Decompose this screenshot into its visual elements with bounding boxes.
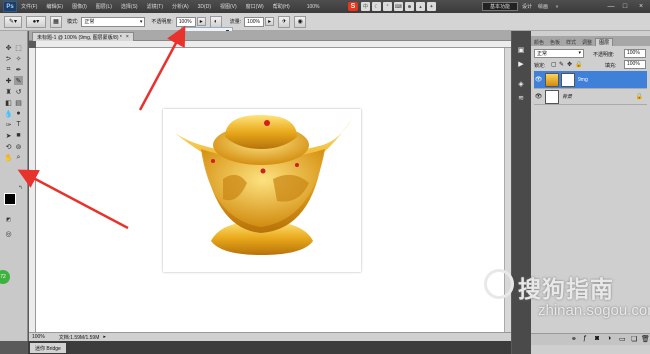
sogou-watermark-logo xyxy=(484,269,514,299)
arrow-to-opacity xyxy=(138,25,186,111)
watermark-brand: 搜狗指南 xyxy=(518,276,614,302)
watermark-url: zhinan.sogou.com xyxy=(538,302,650,319)
arrow-to-foreground xyxy=(17,169,129,230)
